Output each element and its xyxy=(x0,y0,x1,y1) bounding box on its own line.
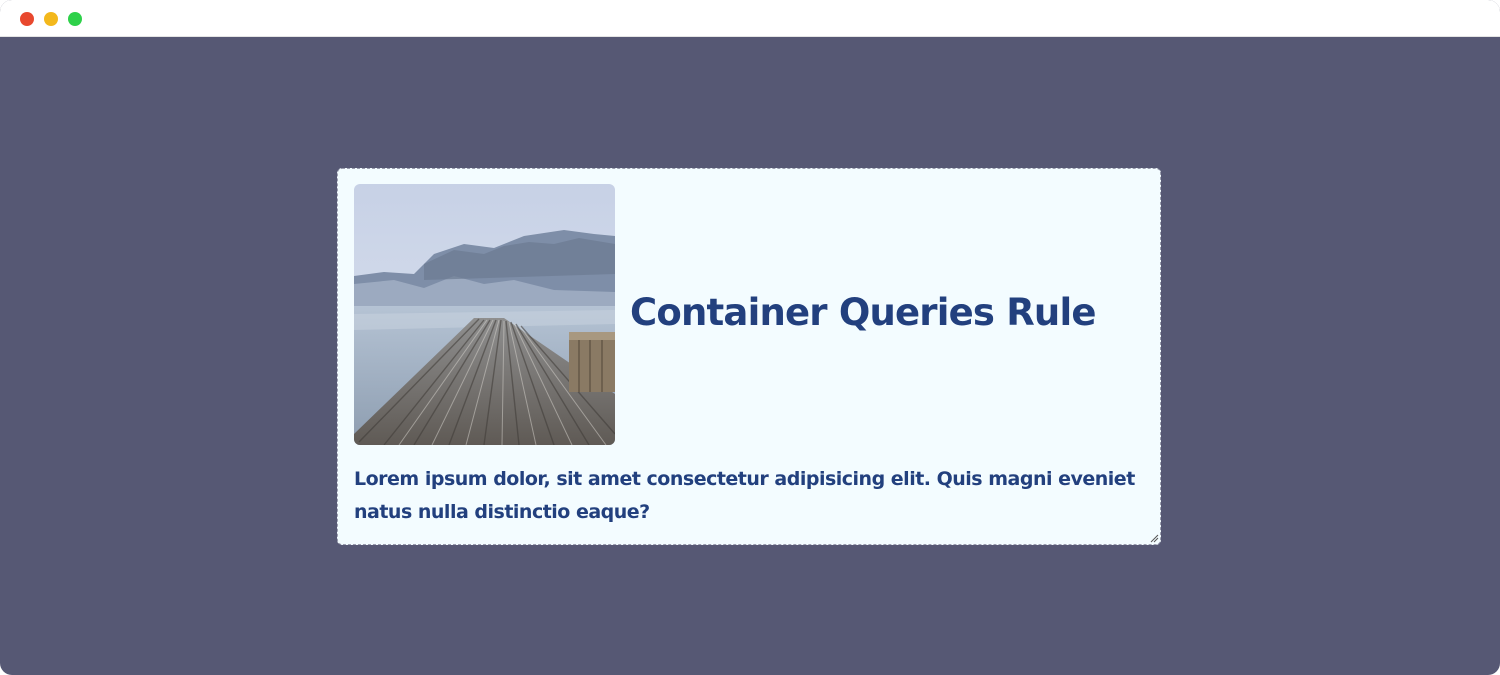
card-title: Container Queries Rule xyxy=(630,291,1096,334)
maximize-window-button[interactable] xyxy=(68,12,82,26)
close-window-button[interactable] xyxy=(20,12,34,26)
resize-grip-icon[interactable] xyxy=(1149,533,1159,543)
card-image xyxy=(354,184,615,445)
window-titlebar xyxy=(0,0,1500,37)
browser-window: Container Queries Rule Lorem ipsum dolor… xyxy=(0,0,1500,675)
resizable-card[interactable]: Container Queries Rule Lorem ipsum dolor… xyxy=(337,168,1161,545)
minimize-window-button[interactable] xyxy=(44,12,58,26)
card-description: Lorem ipsum dolor, sit amet consectetur … xyxy=(354,468,1135,523)
pier-lake-image xyxy=(354,184,615,445)
